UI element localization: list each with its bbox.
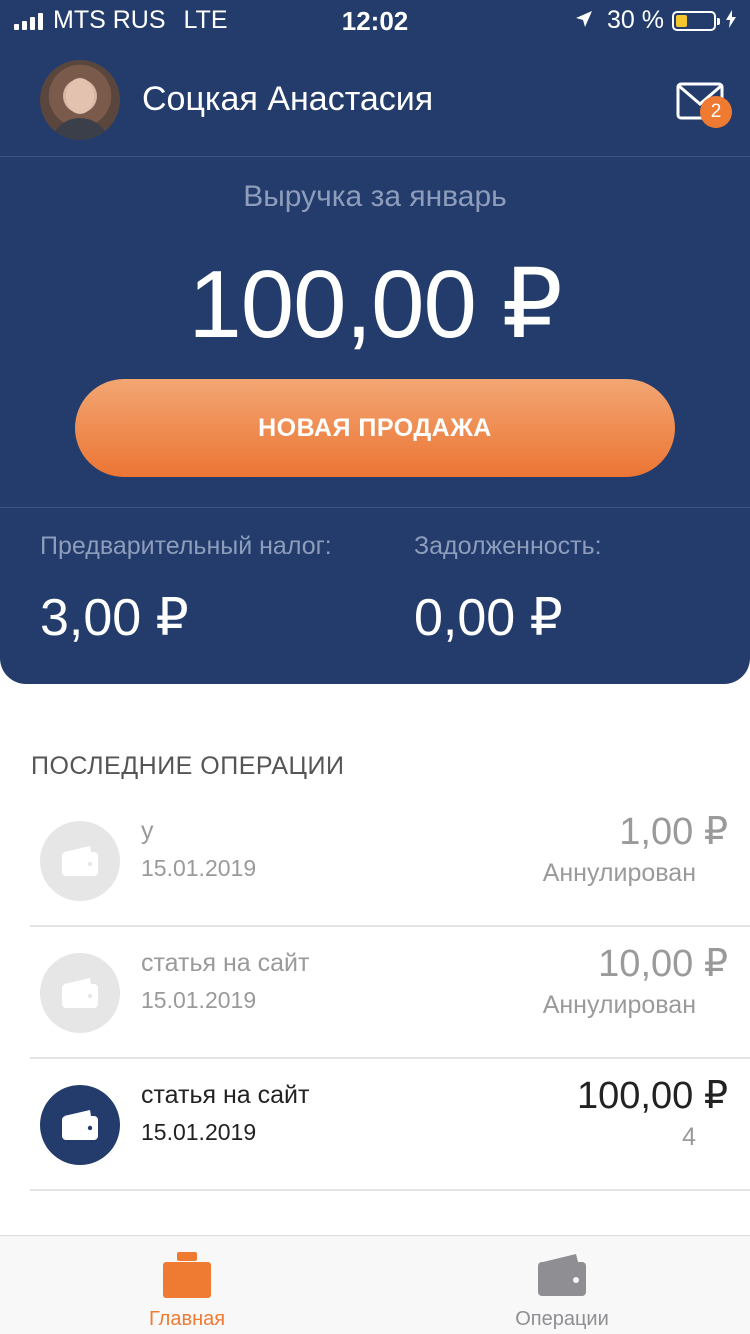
tab-home[interactable]: Главная (87, 1236, 287, 1334)
location-arrow-icon (575, 6, 593, 35)
tab-bar: Главная Операции (0, 1235, 750, 1334)
profile-row[interactable]: Соцкая Анастасия (0, 42, 750, 156)
operation-date: 15.01.2019 (141, 855, 257, 881)
debt-label: Задолженность: (414, 532, 602, 560)
status-bar: MTS RUS LTE 12:02 30 % (0, 0, 750, 42)
tab-operations-label: Операции (515, 1308, 609, 1330)
operation-status: Аннулирован (542, 991, 696, 1019)
tab-operations[interactable]: Операции (462, 1236, 662, 1334)
wallet-icon (40, 821, 120, 901)
battery-level (676, 14, 687, 27)
wallet-icon (40, 953, 120, 1033)
summary-divider (0, 507, 750, 508)
wallet-icon (40, 1085, 120, 1165)
header-divider (0, 156, 750, 157)
app-screen: MTS RUS LTE 12:02 30 % Соцкая Анастасия … (0, 0, 750, 1334)
wallet-icon (538, 1254, 586, 1296)
status-right: 30 % (575, 6, 736, 35)
operation-amount: 1,00 ₽ (619, 811, 728, 853)
user-name[interactable]: Соцкая Анастасия (142, 80, 433, 119)
operation-title: у (141, 817, 154, 845)
operation-status: Аннулирован (542, 859, 696, 887)
revenue-label: Выручка за январь (243, 180, 507, 213)
messages-badge[interactable]: 2 (700, 96, 732, 128)
revenue-amount: 100,00 ₽ (188, 251, 562, 358)
operation-status: 4 (682, 1123, 696, 1151)
operation-row[interactable]: у 15.01.2019 1,00 ₽ Аннулирован (0, 795, 750, 927)
operation-amount: 10,00 ₽ (598, 943, 728, 985)
operation-date: 15.01.2019 (141, 987, 257, 1013)
operation-row[interactable]: статья на сайт 15.01.2019 10,00 ₽ Аннули… (0, 927, 750, 1059)
tax-value: 3,00 ₽ (40, 589, 189, 647)
avatar[interactable] (40, 60, 120, 140)
operation-amount: 100,00 ₽ (577, 1075, 728, 1117)
briefcase-icon (163, 1252, 211, 1298)
revenue-header: MTS RUS LTE 12:02 30 % Соцкая Анастасия … (0, 0, 750, 684)
operation-title: статья на сайт (141, 1081, 310, 1109)
battery-percent: 30 % (607, 6, 664, 34)
new-sale-button[interactable]: НОВАЯ ПРОДАЖА (75, 379, 675, 477)
row-divider (30, 1189, 750, 1191)
operation-row[interactable]: статья на сайт 15.01.2019 100,00 ₽ 4 (0, 1059, 750, 1191)
recent-operations-title: ПОСЛЕДНИЕ ОПЕРАЦИИ (31, 752, 345, 780)
charging-bolt-icon (726, 6, 736, 35)
operation-date: 15.01.2019 (141, 1119, 257, 1145)
tax-label: Предварительный налог: (40, 532, 332, 560)
battery-icon (672, 10, 720, 31)
tab-home-label: Главная (148, 1308, 226, 1330)
debt-value: 0,00 ₽ (414, 589, 563, 647)
operation-title: статья на сайт (141, 949, 310, 977)
